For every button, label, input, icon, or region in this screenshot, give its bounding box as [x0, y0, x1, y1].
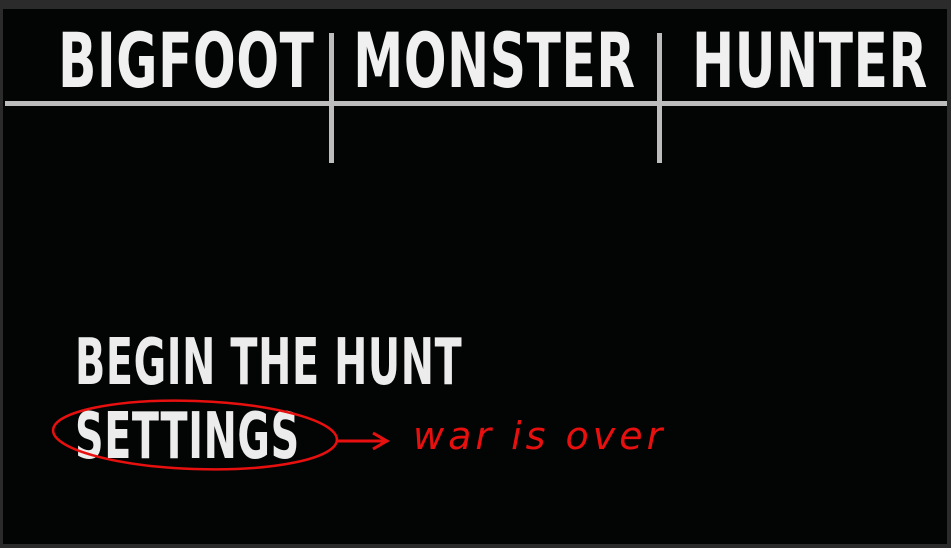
annotation-text: war is over [413, 414, 667, 458]
annotation-overlay [51, 399, 391, 471]
game-screen: BIGFOOT MONSTER HUNTER BEGIN THE HUNT SE… [3, 9, 947, 544]
settings-circle-annotation [51, 399, 339, 471]
